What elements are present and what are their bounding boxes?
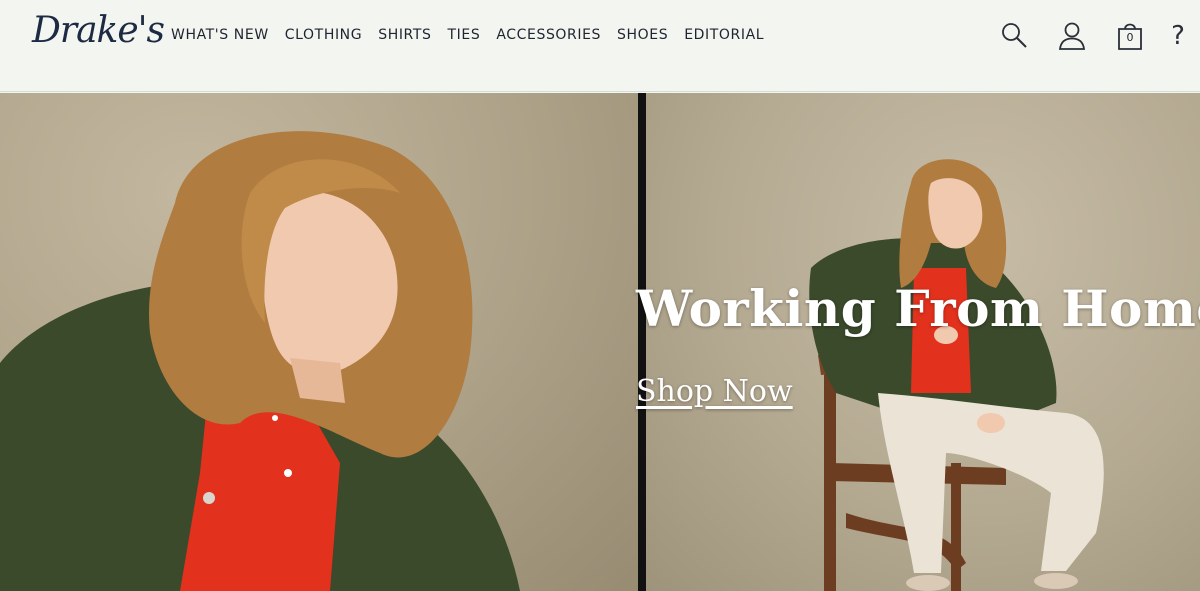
hero-title: Working From Home: [636, 279, 1200, 338]
cart-count-badge: 0: [1126, 31, 1134, 44]
site-header: Drake's WHAT'S NEW CLOTHING SHIRTS TIES …: [0, 0, 1200, 92]
hero-image-right[interactable]: [646, 93, 1200, 591]
brand-logo[interactable]: Drake's: [32, 10, 165, 51]
panel-divider: [638, 93, 646, 591]
main-nav: WHAT'S NEW CLOTHING SHIRTS TIES ACCESSOR…: [171, 27, 780, 43]
account-button[interactable]: [1056, 20, 1088, 52]
nav-shoes[interactable]: SHOES: [617, 27, 668, 43]
nav-whats-new[interactable]: WHAT'S NEW: [171, 27, 269, 43]
model-closeup-photo: [0, 131, 520, 591]
hero-image-left[interactable]: [0, 93, 638, 591]
nav-clothing[interactable]: CLOTHING: [285, 27, 362, 43]
search-icon: [1002, 23, 1027, 48]
nav-shirts[interactable]: SHIRTS: [378, 27, 431, 43]
user-icon: [1058, 22, 1086, 50]
model-seated-photo: [809, 159, 1104, 591]
search-button[interactable]: [999, 20, 1031, 52]
help-button[interactable]: ?: [1162, 20, 1194, 52]
nav-accessories[interactable]: ACCESSORIES: [496, 27, 601, 43]
hero-banner: Working From Home Shop Now: [0, 93, 1200, 591]
shop-now-link[interactable]: Shop Now: [636, 374, 793, 409]
nav-ties[interactable]: TIES: [448, 27, 481, 43]
cart-button[interactable]: 0: [1114, 20, 1146, 52]
nav-editorial[interactable]: EDITORIAL: [684, 27, 764, 43]
